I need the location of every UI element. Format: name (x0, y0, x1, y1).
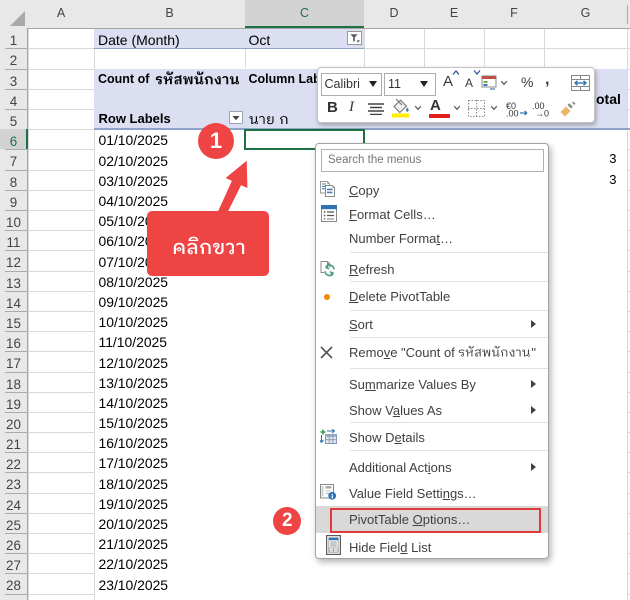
svg-text:.00: .00 (506, 109, 519, 118)
svg-text:→0: →0 (535, 109, 549, 118)
